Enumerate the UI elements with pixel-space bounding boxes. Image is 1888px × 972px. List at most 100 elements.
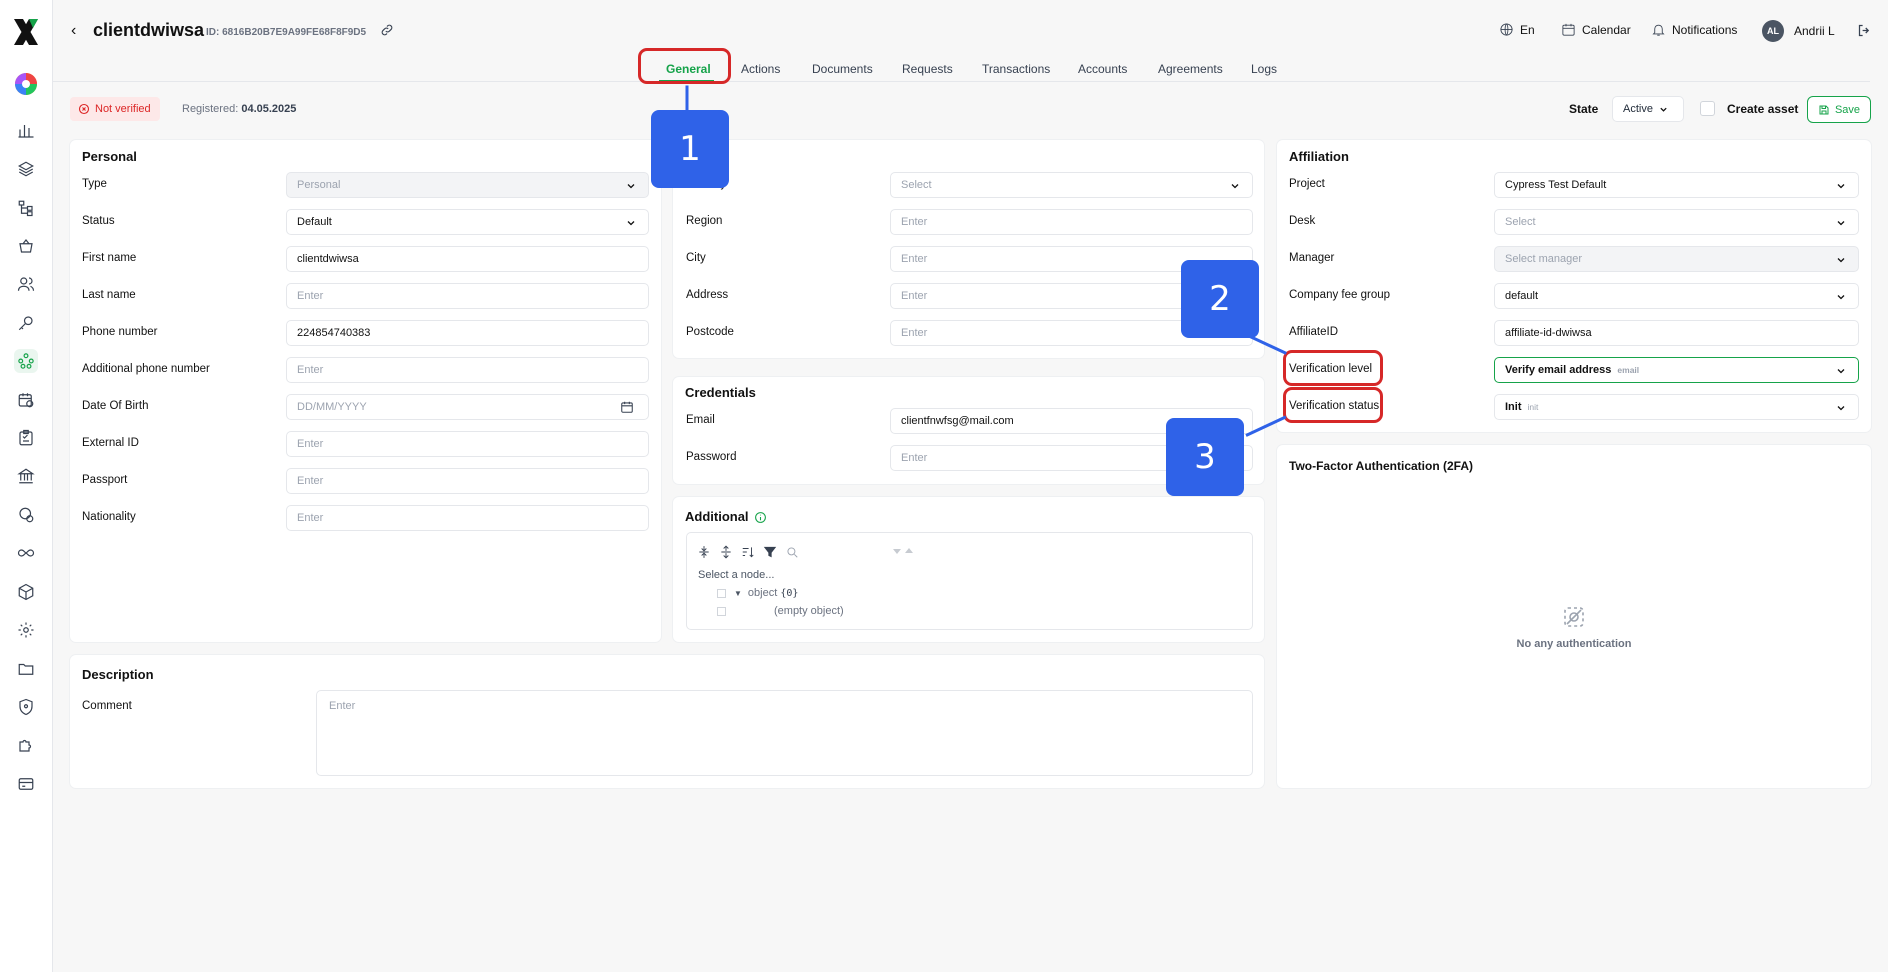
calendar-clock-icon[interactable] [14,388,38,412]
state-select[interactable]: Active [1612,96,1684,122]
comment-textarea[interactable]: Enter [316,690,1253,776]
app-logo[interactable] [11,16,41,48]
two-factor-title: Two-Factor Authentication (2FA) [1289,459,1473,473]
nationality-input[interactable]: Enter [286,505,649,531]
notifications-link[interactable]: Notifications [1651,22,1737,37]
chevron-down-icon [1837,406,1845,411]
tab-requests[interactable]: Requests [902,62,953,76]
shield-user-icon[interactable] [14,503,38,527]
desk-label: Desk [1289,215,1316,227]
verification-level-value: Verify email address [1505,364,1612,376]
basket-icon[interactable] [14,234,38,258]
company-fee-group-select[interactable]: default [1494,283,1859,309]
tab-documents[interactable]: Documents [812,62,873,76]
country-select[interactable]: Select [890,172,1253,198]
user-menu[interactable]: AL Andrii L [1762,20,1835,42]
affiliation-title: Affiliation [1289,149,1349,164]
save-button[interactable]: Save [1807,96,1871,123]
palette-icon[interactable] [14,72,38,96]
verification-level-select[interactable]: Verify email address email [1494,357,1859,383]
link-icon[interactable] [380,23,394,37]
logout-icon[interactable] [1857,23,1872,38]
manager-select[interactable]: Select manager [1494,246,1859,272]
project-select[interactable]: Cypress Test Default [1494,172,1859,198]
verification-level-label: Verification level [1289,363,1373,375]
calendar-icon[interactable] [620,400,634,414]
puzzle-icon[interactable] [14,733,38,757]
affiliateid-input[interactable]: affiliate-id-dwiwsa [1494,320,1859,346]
tab-agreements[interactable]: Agreements [1158,62,1223,76]
shield-icon[interactable] [14,695,38,719]
description-title: Description [82,667,154,682]
users-icon[interactable] [14,272,38,296]
two-factor-card: Two-Factor Authentication (2FA) No any a… [1277,445,1871,788]
tab-actions[interactable]: Actions [741,62,780,76]
verification-status-label: Verification status [1289,400,1380,412]
passport-input[interactable]: Enter [286,468,649,494]
tree-toggle-icon[interactable]: ▼ [734,589,742,598]
network-icon[interactable] [14,349,38,373]
external-id-input[interactable]: Enter [286,431,649,457]
verification-status-select[interactable]: Init init [1494,394,1859,420]
tab-transactions[interactable]: Transactions [982,62,1050,76]
email-value: clientfnwfsg@mail.com [901,415,1014,427]
collapse-all-icon[interactable] [719,545,733,559]
tree-checkbox[interactable] [717,606,726,616]
comment-label: Comment [82,700,132,712]
state-label: State [1569,102,1599,116]
filter-icon[interactable] [763,545,777,559]
date-of-birth-input[interactable]: DD/MM/YYYY [286,394,649,420]
card-icon[interactable] [14,772,38,796]
back-icon[interactable]: ‹ [71,22,76,40]
desk-select[interactable]: Select [1494,209,1859,235]
folder-icon[interactable] [14,657,38,681]
city-value: Enter [901,253,928,265]
gear-icon[interactable] [14,618,38,642]
calendar-link[interactable]: Calendar [1561,22,1631,37]
tab-general[interactable]: General [666,62,711,76]
expand-all-icon[interactable] [697,545,711,559]
type-select[interactable]: Personal [286,172,649,198]
bank-icon[interactable] [14,464,38,488]
no-auth-text: No any authentication [1516,638,1632,650]
callout-1: 1 [651,110,729,188]
chevron-down-icon [627,184,635,189]
first-name-input[interactable]: clientdwiwsa [286,246,649,272]
chart-icon[interactable] [14,119,38,143]
chevron-down-icon [1231,184,1239,189]
region-input[interactable]: Enter [890,209,1253,235]
tree-icon[interactable] [14,196,38,220]
language-switch[interactable]: En [1499,22,1535,37]
infinity-icon[interactable] [14,541,38,565]
passport-label: Passport [82,474,128,486]
search-icon[interactable] [785,545,799,559]
additional-title: Additional [685,509,749,524]
affiliateid-value: affiliate-id-dwiwsa [1505,327,1592,339]
create-asset-checkbox[interactable] [1700,101,1715,116]
key-icon[interactable] [14,311,38,335]
tree-checkbox[interactable] [717,588,726,598]
tree-row-object[interactable]: ▼ object {0} [717,587,798,599]
verification-status-value: Init [1505,401,1522,413]
tab-logs[interactable]: Logs [1251,62,1277,76]
x-circle-icon [78,103,90,115]
no-auth-icon [1564,607,1584,627]
additional-phone-number-input[interactable]: Enter [286,357,649,383]
cube-icon[interactable] [14,580,38,604]
postcode-value: Enter [901,327,928,339]
first-name-label: First name [82,252,137,264]
calendar-icon [1562,23,1575,36]
tab-accounts[interactable]: Accounts [1078,62,1127,76]
last-name-input[interactable]: Enter [286,283,649,309]
phone-number-input[interactable]: 224854740383 [286,320,649,346]
nav-arrows-icon[interactable] [891,546,917,556]
sort-icon[interactable] [741,545,755,559]
layers-icon[interactable] [14,157,38,181]
status-select[interactable]: Default [286,209,649,235]
region-label: Region [686,215,723,227]
status-badge: Not verified [70,97,160,121]
active-tab-indicator [659,80,714,82]
json-tree-editor[interactable]: Select a node... ▼ object {0} (empty obje… [686,532,1253,630]
checklist-icon[interactable] [14,426,38,450]
info-icon[interactable] [754,511,767,524]
